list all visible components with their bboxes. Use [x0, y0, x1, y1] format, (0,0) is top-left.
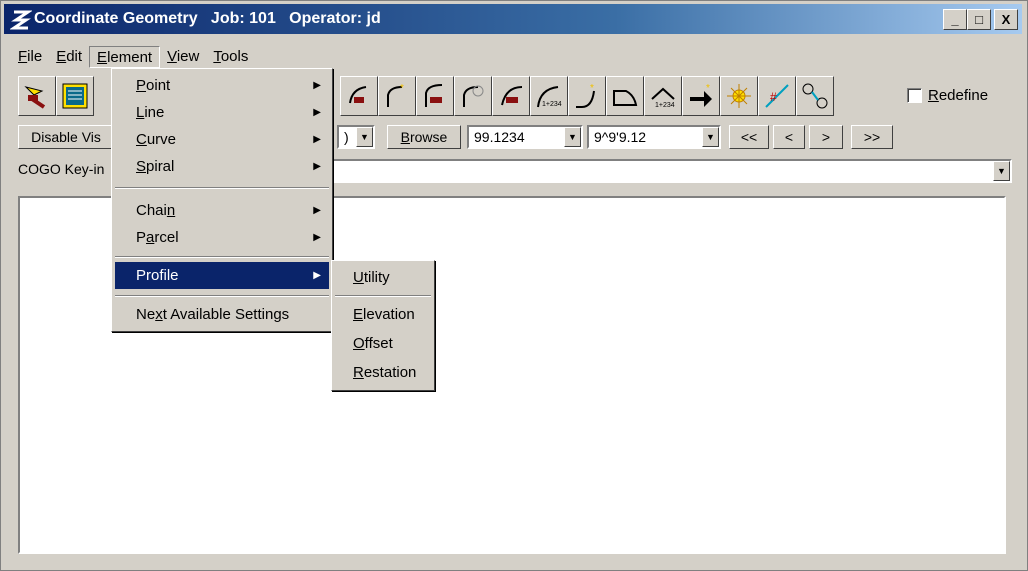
keyin-label: COGO Key-in — [18, 161, 105, 177]
menu-item-spiral[interactable]: Spiral ▶ — [115, 153, 329, 180]
maximize-button[interactable]: □ — [967, 9, 991, 30]
curve-traverse-icon[interactable] — [454, 76, 492, 116]
store-tool-icon[interactable] — [56, 76, 94, 116]
cogo-window: Coordinate Geometry Job: 101 Operator: j… — [0, 0, 1028, 571]
menu-item-next-available-settings[interactable]: Next Available Settings — [115, 301, 329, 328]
menu-item-curve[interactable]: Curve ▶ — [115, 126, 329, 153]
menu-edit[interactable]: Edit — [49, 46, 89, 68]
svg-text:*: * — [400, 83, 404, 94]
minimize-button[interactable]: _ — [943, 9, 967, 30]
spiral-traverse-icon[interactable]: * — [568, 76, 606, 116]
chevron-down-icon[interactable]: ▼ — [702, 127, 719, 147]
chevron-down-icon[interactable]: ▼ — [564, 127, 581, 147]
menu-item-parcel[interactable]: Parcel ▶ — [115, 224, 329, 251]
submenu-item-elevation[interactable]: Elevation — [335, 301, 431, 329]
menu-item-profile[interactable]: Profile ▶ — [115, 262, 329, 289]
redefine-label: Redefine — [928, 87, 989, 104]
menu-tools[interactable]: Tools — [206, 46, 255, 68]
line-traverse-icon[interactable]: * — [378, 76, 416, 116]
station-arc-icon[interactable]: 1+234 — [644, 76, 682, 116]
pointer-tool-icon[interactable] — [18, 76, 56, 116]
menu-element[interactable]: Element — [89, 46, 161, 68]
arc-tool-icon[interactable] — [340, 76, 378, 116]
station-curve-icon[interactable]: 1+234 — [530, 76, 568, 116]
disable-vis-button[interactable]: Disable Vis — [18, 125, 114, 149]
keyin-input[interactable]: ▼ — [327, 159, 1012, 183]
submenu-item-offset[interactable]: Offset — [335, 330, 431, 358]
redefine-checkbox[interactable] — [907, 88, 922, 103]
title-bar[interactable]: Coordinate Geometry Job: 101 Operator: j… — [4, 4, 1022, 34]
nav-last-button[interactable]: >> — [851, 125, 893, 149]
curve-pick-icon[interactable] — [416, 76, 454, 116]
submenu-item-restation[interactable]: Restation — [335, 359, 431, 387]
chain-icon[interactable] — [796, 76, 834, 116]
menu-separator — [115, 187, 329, 189]
nav-first-button[interactable]: << — [729, 125, 769, 149]
menu-item-point[interactable]: Point ▶ — [115, 72, 329, 99]
menu-file[interactable]: File — [11, 46, 49, 68]
curve-pick2-icon[interactable] — [492, 76, 530, 116]
menu-separator — [335, 295, 431, 297]
angle-combo[interactable]: 9^9'9.12 ▼ — [587, 125, 721, 149]
svg-text:1+234: 1+234 — [655, 102, 675, 109]
chevron-down-icon[interactable]: ▼ — [356, 127, 373, 147]
svg-text:*: * — [706, 83, 710, 94]
window-title: Coordinate Geometry Job: 101 Operator: j… — [34, 10, 381, 27]
menu-item-chain[interactable]: Chain ▶ — [115, 197, 329, 224]
polygon-icon[interactable] — [606, 76, 644, 116]
intersect-icon[interactable]: # — [758, 76, 796, 116]
svg-text:*: * — [590, 83, 594, 94]
close-button[interactable]: X — [994, 9, 1018, 30]
menu-separator — [115, 295, 329, 297]
chevron-down-icon[interactable]: ▼ — [993, 161, 1010, 181]
svg-text:1+234: 1+234 — [542, 101, 562, 108]
redefine-toggle[interactable]: Redefine — [907, 87, 988, 104]
nav-prev-button[interactable]: < — [773, 125, 805, 149]
element-menu: Point ▶ Line ▶ Curve ▶ Spiral ▶ Chain ▶ Parce… — [111, 68, 333, 332]
menu-view[interactable]: View — [160, 46, 206, 68]
menu-item-line[interactable]: Line ▶ — [115, 99, 329, 126]
arrow-icon[interactable]: * — [682, 76, 720, 116]
hidden-combo[interactable]: ) ▼ — [337, 125, 375, 149]
nav-next-button[interactable]: > — [809, 125, 843, 149]
browse-button[interactable]: Browse — [387, 125, 461, 149]
star-icon[interactable] — [720, 76, 758, 116]
profile-submenu: Utility Elevation Offset Restation — [331, 260, 435, 391]
svg-text:#: # — [770, 90, 777, 104]
submenu-item-utility[interactable]: Utility — [335, 264, 431, 292]
app-logo-icon — [10, 10, 32, 30]
distance-combo[interactable]: 99.1234 ▼ — [467, 125, 583, 149]
menu-separator — [115, 256, 329, 258]
menu-bar: File Edit Element View Tools — [11, 46, 255, 68]
